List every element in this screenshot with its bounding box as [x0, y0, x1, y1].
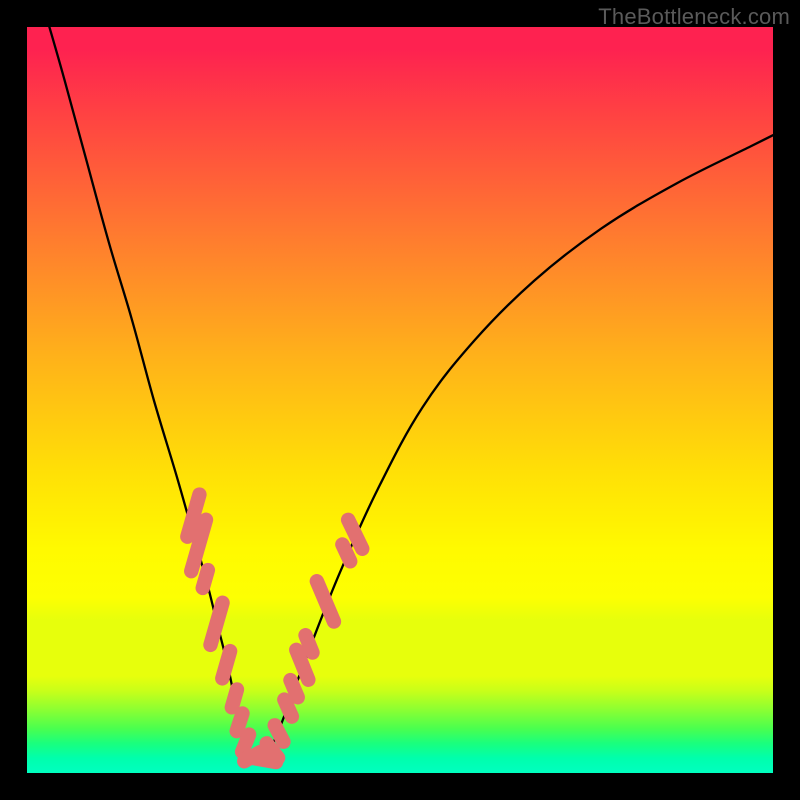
chart-frame — [27, 27, 773, 773]
gradient-background — [27, 27, 773, 773]
watermark-text: TheBottleneck.com — [598, 4, 790, 30]
